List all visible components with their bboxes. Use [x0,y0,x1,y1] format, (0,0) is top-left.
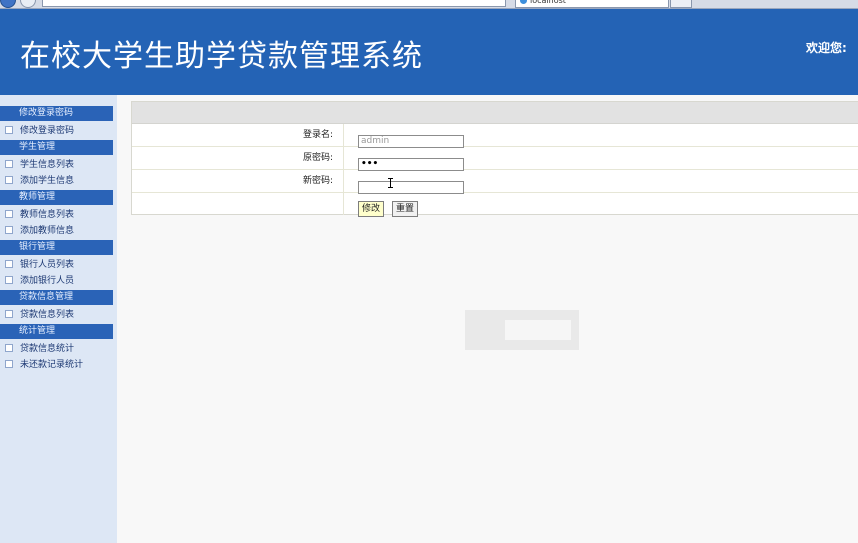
page-title: 在校大学生助学贷款管理系统 [20,39,423,74]
bullet-icon [5,259,13,268]
actions-label-cell [132,193,344,215]
back-button[interactable] [0,0,16,8]
form-row-old-password: 原密码: [132,147,858,171]
welcome-text: 欢迎您: [806,41,847,55]
sidebar-item-label: 银行人员列表 [20,260,75,270]
sidebar-item-student-list[interactable]: 学生信息列表 [0,158,117,172]
forward-button[interactable] [20,0,36,8]
sidebar-item-label: 修改登录密码 [20,126,75,136]
sidebar-item-label: 学生信息列表 [20,160,75,170]
sidebar-item-label: 贷款信息统计 [20,344,75,354]
bullet-icon [5,309,13,318]
browser-tab-title: localhost [530,0,566,5]
new-password-label: 新密码: [132,170,344,192]
bullet-icon [5,225,13,234]
browser-chrome: localhost [0,0,858,9]
sidebar-section-banks[interactable]: 银行管理 [0,240,113,255]
text-cursor-icon [388,178,393,188]
sidebar-item-label: 贷款信息列表 [20,310,75,320]
header-banner: 在校大学生助学贷款管理系统 欢迎您: [0,9,858,95]
sidebar-section-statistics[interactable]: 统计管理 [0,324,113,339]
bullet-icon [5,343,13,352]
sidebar-item-bank-staff-list[interactable]: 银行人员列表 [0,258,117,272]
address-bar[interactable] [42,0,506,7]
bullet-icon [5,175,13,184]
bullet-icon [5,125,13,134]
sidebar-item-unpaid-statistics[interactable]: 未还款记录统计 [0,358,117,372]
browser-tab[interactable]: localhost [515,0,669,8]
reset-button[interactable]: 重置 [392,201,419,217]
sidebar-item-label: 添加教师信息 [20,226,75,236]
faded-overlay-box [465,310,579,350]
sidebar-item-loan-statistics[interactable]: 贷款信息统计 [0,342,117,356]
sidebar-section-loans[interactable]: 贷款信息管理 [0,290,113,305]
submit-button[interactable]: 修改 [358,201,385,217]
sidebar-item-label: 添加银行人员 [20,276,75,286]
form-row-new-password: 新密码: [132,170,858,194]
bullet-icon [5,159,13,168]
sidebar-item-loan-list[interactable]: 贷款信息列表 [0,308,117,322]
username-field[interactable] [358,134,464,148]
change-password-form: 登录名: 原密码: 新密码: 修改重置 [131,101,858,217]
ie-icon [520,0,527,4]
sidebar-item-label: 添加学生信息 [20,176,75,186]
form-row-actions: 修改 重置 [132,193,858,217]
form-row-username: 登录名: [132,124,858,148]
sidebar-item-add-student[interactable]: 添加学生信息 [0,174,117,188]
old-password-label: 原密码: [132,147,344,169]
bullet-icon [5,209,13,218]
form-header-band [132,102,858,124]
sidebar-item-add-bank-staff[interactable]: 添加银行人员 [0,274,117,288]
username-label: 登录名: [132,124,344,146]
sidebar-section-students[interactable]: 学生管理 [0,140,113,155]
new-tab-button[interactable] [670,0,692,8]
sidebar-item-label: 教师信息列表 [20,210,75,220]
old-password-field[interactable] [358,157,464,171]
sidebar-section-password[interactable]: 修改登录密码 [0,106,113,121]
sidebar-item-add-teacher[interactable]: 添加教师信息 [0,224,117,238]
sidebar: 修改登录密码 修改登录密码 学生管理 学生信息列表 添加学生信息 教师管理 教师… [0,95,117,543]
sidebar-item-teacher-list[interactable]: 教师信息列表 [0,208,117,222]
sidebar-item-label: 未还款记录统计 [20,360,84,370]
new-password-field[interactable] [358,180,464,194]
sidebar-section-teachers[interactable]: 教师管理 [0,190,113,205]
bullet-icon [5,359,13,368]
bullet-icon [5,275,13,284]
sidebar-item-change-password[interactable]: 修改登录密码 [0,124,117,138]
